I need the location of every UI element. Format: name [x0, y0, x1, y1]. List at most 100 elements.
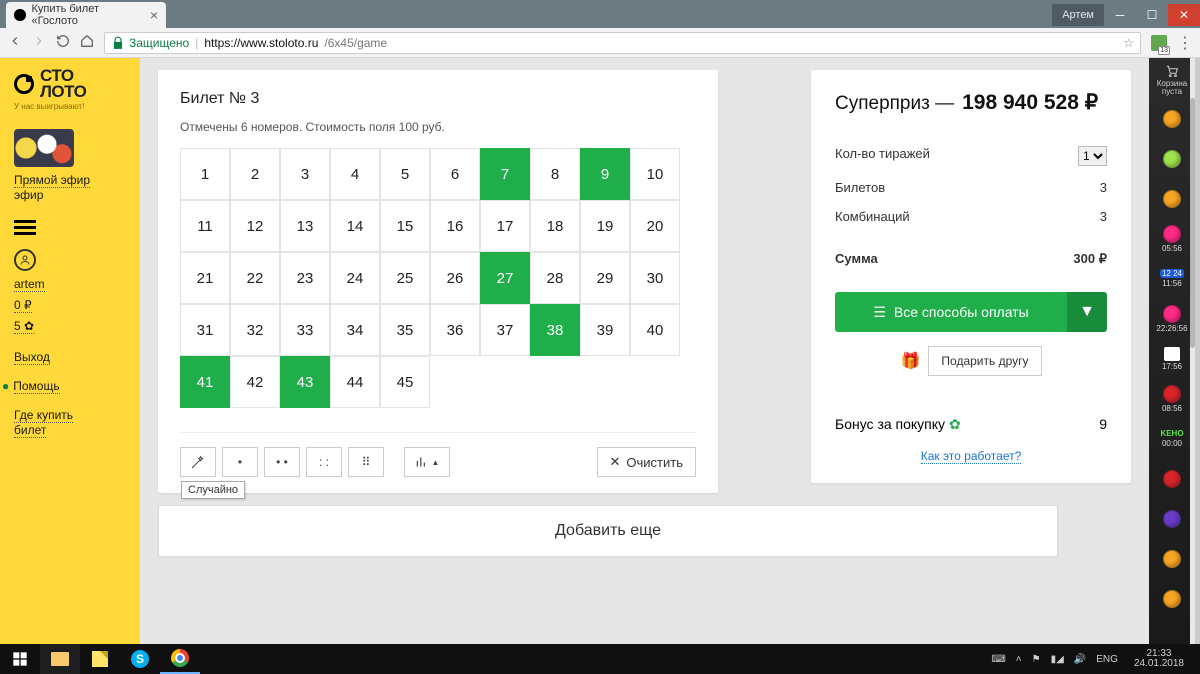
number-cell-30[interactable]: 30: [630, 252, 680, 304]
url-input[interactable]: Защищено | https://www.stoloto.ru/6x45/g…: [104, 32, 1141, 54]
tray-lang[interactable]: ENG: [1096, 654, 1118, 665]
number-cell-8[interactable]: 8: [530, 148, 580, 200]
game-shortcut-12[interactable]: [1149, 579, 1195, 619]
tray-clock[interactable]: 21:33 24.01.2018: [1128, 649, 1190, 670]
number-cell-35[interactable]: 35: [380, 304, 430, 356]
number-cell-9[interactable]: 9: [580, 148, 630, 200]
number-cell-12[interactable]: 12: [230, 200, 280, 252]
tray-network-icon[interactable]: ▮◢: [1051, 654, 1064, 665]
game-shortcut-2[interactable]: [1149, 179, 1195, 219]
task-chrome-icon[interactable]: [160, 644, 200, 674]
tray-volume-icon[interactable]: 🔊: [1074, 654, 1086, 665]
tray-up-icon[interactable]: ˄: [1016, 654, 1022, 665]
add-more-button[interactable]: Добавить еще: [158, 505, 1058, 557]
stats-button[interactable]: ▲: [404, 447, 450, 477]
nav-reload-icon[interactable]: [56, 34, 70, 51]
number-cell-23[interactable]: 23: [280, 252, 330, 304]
cart-icon[interactable]: Корзинапуста: [1149, 58, 1195, 99]
logout-link[interactable]: Выход: [14, 350, 50, 365]
window-minimize-icon[interactable]: ─: [1104, 4, 1136, 26]
live-thumbnail[interactable]: [14, 129, 74, 167]
where-link-1[interactable]: Где купить: [14, 408, 73, 423]
task-explorer-icon[interactable]: [40, 644, 80, 674]
number-cell-34[interactable]: 34: [330, 304, 380, 356]
pay-dropdown[interactable]: ▼: [1067, 292, 1107, 332]
game-shortcut-7[interactable]: 08:56: [1149, 379, 1195, 419]
number-cell-18[interactable]: 18: [530, 200, 580, 252]
number-cell-41[interactable]: 41: [180, 356, 230, 408]
number-cell-13[interactable]: 13: [280, 200, 330, 252]
number-cell-1[interactable]: 1: [180, 148, 230, 200]
menu-icon[interactable]: [14, 220, 36, 235]
dots-4-button[interactable]: : :: [306, 447, 342, 477]
game-shortcut-5[interactable]: 22:26:56: [1149, 299, 1195, 339]
number-cell-7[interactable]: 7: [480, 148, 530, 200]
number-cell-6[interactable]: 6: [430, 148, 480, 200]
game-shortcut-11[interactable]: [1149, 539, 1195, 579]
number-cell-25[interactable]: 25: [380, 252, 430, 304]
window-close-icon[interactable]: ✕: [1168, 4, 1200, 26]
system-tray[interactable]: ⌨ ˄ ⚑ ▮◢ 🔊 ENG 21:33 24.01.2018: [981, 649, 1200, 670]
number-cell-29[interactable]: 29: [580, 252, 630, 304]
game-shortcut-0[interactable]: [1149, 99, 1195, 139]
number-cell-38[interactable]: 38: [530, 304, 580, 356]
number-cell-44[interactable]: 44: [330, 356, 380, 408]
how-link[interactable]: Как это работает?: [921, 449, 1022, 464]
nav-back-icon[interactable]: [8, 34, 22, 51]
number-cell-22[interactable]: 22: [230, 252, 280, 304]
number-cell-16[interactable]: 16: [430, 200, 480, 252]
number-cell-37[interactable]: 37: [480, 304, 530, 356]
dots-6-button[interactable]: ⠿: [348, 447, 384, 477]
game-shortcut-4[interactable]: 12 2411:56: [1149, 259, 1195, 299]
start-button[interactable]: [0, 644, 40, 674]
game-shortcut-6[interactable]: 17:56: [1149, 339, 1195, 379]
tab[interactable]: Купить билет «Гослото ×: [6, 2, 166, 28]
game-shortcut-8[interactable]: KEHO00:00: [1149, 419, 1195, 459]
number-cell-33[interactable]: 33: [280, 304, 330, 356]
number-cell-21[interactable]: 21: [180, 252, 230, 304]
gift-button[interactable]: Подарить другу: [928, 346, 1041, 376]
logo[interactable]: СТО ЛОТО: [14, 68, 126, 100]
bonus-link[interactable]: 5 ✿: [14, 319, 34, 334]
number-cell-42[interactable]: 42: [230, 356, 280, 408]
number-cell-43[interactable]: 43: [280, 356, 330, 408]
dots-1-button[interactable]: •: [222, 447, 258, 477]
number-cell-45[interactable]: 45: [380, 356, 430, 408]
number-cell-39[interactable]: 39: [580, 304, 630, 356]
pay-button[interactable]: ☰ Все способы оплаты: [835, 292, 1067, 332]
tray-flag-icon[interactable]: ⚑: [1032, 654, 1041, 665]
number-cell-3[interactable]: 3: [280, 148, 330, 200]
game-shortcut-1[interactable]: [1149, 139, 1195, 179]
number-cell-31[interactable]: 31: [180, 304, 230, 356]
nav-home-icon[interactable]: [80, 34, 94, 51]
number-cell-27[interactable]: 27: [480, 252, 530, 304]
number-cell-24[interactable]: 24: [330, 252, 380, 304]
avatar-icon[interactable]: [14, 249, 36, 271]
number-cell-10[interactable]: 10: [630, 148, 680, 200]
help-link[interactable]: Помощь: [14, 379, 60, 394]
number-cell-5[interactable]: 5: [380, 148, 430, 200]
task-sticky-icon[interactable]: [80, 644, 120, 674]
task-skype-icon[interactable]: S: [120, 644, 160, 674]
game-shortcut-3[interactable]: 05:56: [1149, 219, 1195, 259]
chrome-user[interactable]: Артем: [1052, 4, 1104, 26]
number-cell-2[interactable]: 2: [230, 148, 280, 200]
live-link[interactable]: Прямой эфир: [14, 173, 90, 188]
number-cell-20[interactable]: 20: [630, 200, 680, 252]
tray-keyboard-icon[interactable]: ⌨: [991, 654, 1005, 665]
game-shortcut-10[interactable]: [1149, 499, 1195, 539]
chrome-menu-icon[interactable]: ⋮: [1177, 33, 1192, 53]
random-button[interactable]: [180, 447, 216, 477]
live-link-2[interactable]: эфир: [14, 188, 43, 202]
number-cell-4[interactable]: 4: [330, 148, 380, 200]
game-shortcut-9[interactable]: [1149, 459, 1195, 499]
number-cell-36[interactable]: 36: [430, 304, 480, 356]
number-cell-15[interactable]: 15: [380, 200, 430, 252]
number-cell-11[interactable]: 11: [180, 200, 230, 252]
number-cell-17[interactable]: 17: [480, 200, 530, 252]
extension-icon[interactable]: [1151, 35, 1167, 51]
username-link[interactable]: artem: [14, 277, 45, 292]
draws-select[interactable]: 1: [1078, 146, 1107, 166]
number-cell-14[interactable]: 14: [330, 200, 380, 252]
vertical-scrollbar[interactable]: [1190, 58, 1195, 644]
